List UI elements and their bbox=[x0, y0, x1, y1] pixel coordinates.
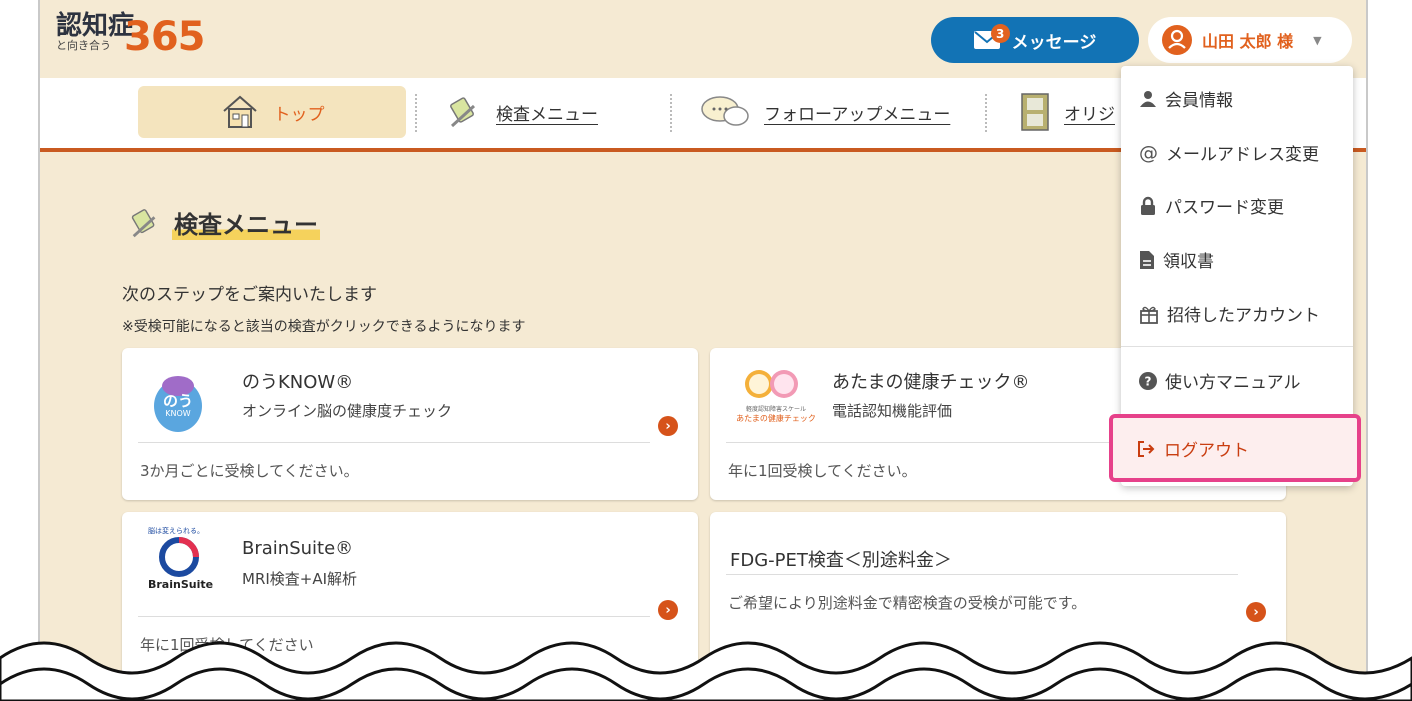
user-name: 山田 太郎 様 bbox=[1202, 32, 1294, 51]
logout-icon bbox=[1136, 440, 1156, 458]
nav-item-exam-menu[interactable]: 検査メニュー bbox=[446, 86, 598, 138]
person-icon bbox=[1139, 90, 1157, 108]
exam-name: FDG-PET検査＜別途料金＞ bbox=[730, 550, 952, 571]
section-note: ※受検可能になると該当の検査がクリックできるようになります bbox=[122, 319, 526, 335]
nav-item-followup-menu[interactable]: フォローアップメニュー bbox=[700, 86, 950, 138]
messages-label: メッセージ bbox=[1011, 32, 1097, 53]
exam-name: BrainSuite® bbox=[242, 538, 354, 559]
document-icon bbox=[1139, 250, 1155, 270]
gift-icon bbox=[1139, 304, 1159, 324]
pencil-book-icon bbox=[128, 206, 162, 240]
exam-description: オンライン脳の健康度チェック bbox=[242, 402, 453, 420]
message-count-badge: 3 bbox=[990, 24, 1010, 43]
logo-subtitle: と向き合う bbox=[56, 39, 111, 52]
arrow-right-icon: › bbox=[658, 416, 678, 436]
atama-check-logo: 軽度認知障害スケール あたまの健康チェック bbox=[726, 364, 826, 424]
exam-schedule-note: 年に1回受検してください。 bbox=[728, 462, 917, 480]
logo-number: 365 bbox=[124, 14, 205, 60]
menu-item-change-email[interactable]: @ メールアドレス変更 bbox=[1139, 140, 1319, 166]
chevron-down-icon: ▼ bbox=[1313, 33, 1322, 47]
messages-button[interactable]: 3 メッセージ bbox=[931, 17, 1139, 63]
card-divider bbox=[138, 616, 650, 617]
card-divider bbox=[726, 574, 1238, 575]
nav-item-original[interactable]: オリジ bbox=[1020, 86, 1115, 138]
exam-description: MRI検査+AI解析 bbox=[242, 570, 358, 588]
help-icon: ? bbox=[1139, 371, 1157, 390]
exam-name: のうKNOW® bbox=[242, 372, 354, 393]
exam-name: あたまの健康チェック® bbox=[832, 372, 1030, 393]
nav-label-original: オリジ bbox=[1064, 104, 1115, 125]
exam-schedule-note: 3か月ごとに受検してください。 bbox=[140, 462, 359, 480]
section-heading: 検査メニュー bbox=[128, 205, 320, 240]
brainsuite-logo: 脳は変えられる。 BrainSuite bbox=[148, 527, 214, 591]
svg-text:?: ? bbox=[1145, 374, 1152, 388]
section-intro: 次のステップをご案内いたします bbox=[122, 285, 377, 305]
exam-description: ご希望により別途料金で精密検査の受検が可能です。 bbox=[728, 594, 1087, 612]
nav-divider bbox=[670, 94, 672, 132]
nou-know-logo: のう KNOW bbox=[152, 372, 204, 432]
logo-title: 認知症 bbox=[56, 11, 135, 41]
menu-item-invited-accounts[interactable]: 招待したアカウント bbox=[1139, 301, 1320, 326]
pencil-book-icon bbox=[446, 94, 482, 130]
menu-item-user-manual[interactable]: ? 使い方マニュアル bbox=[1139, 368, 1301, 393]
card-divider bbox=[138, 442, 650, 443]
menu-item-logout[interactable]: ログアウト bbox=[1136, 436, 1249, 461]
speech-bubble-icon bbox=[700, 94, 750, 130]
app-logo[interactable]: 認知症 と向き合う 365 bbox=[56, 11, 205, 60]
user-avatar-icon bbox=[1162, 25, 1192, 55]
menu-item-receipts[interactable]: 領収書 bbox=[1139, 247, 1214, 272]
nav-divider bbox=[415, 94, 417, 132]
torn-edge-decoration bbox=[0, 641, 1412, 701]
envelope-icon: 3 bbox=[973, 24, 1010, 49]
exam-description: 電話認知機能評価 bbox=[832, 402, 953, 420]
nav-label-exam-menu: 検査メニュー bbox=[496, 104, 598, 125]
film-icon bbox=[1020, 92, 1050, 132]
arrow-right-icon: › bbox=[658, 600, 678, 620]
nav-label-top: トップ bbox=[273, 104, 325, 125]
section-title: 検査メニュー bbox=[172, 205, 320, 240]
menu-item-change-password[interactable]: パスワード変更 bbox=[1139, 193, 1284, 218]
at-icon: @ bbox=[1139, 141, 1158, 164]
nav-divider bbox=[985, 94, 987, 132]
nav-label-followup-menu: フォローアップメニュー bbox=[764, 104, 951, 125]
house-icon bbox=[220, 94, 260, 130]
exam-card-nou-know[interactable]: のう KNOW のうKNOW® オンライン脳の健康度チェック › 3か月ごとに受… bbox=[122, 348, 698, 500]
user-menu-button[interactable]: 山田 太郎 様 ▼ bbox=[1148, 17, 1352, 63]
nav-item-top[interactable]: トップ bbox=[138, 86, 406, 138]
menu-divider bbox=[1121, 346, 1353, 347]
menu-item-member-info[interactable]: 会員情報 bbox=[1139, 86, 1233, 111]
lock-icon bbox=[1139, 196, 1157, 216]
